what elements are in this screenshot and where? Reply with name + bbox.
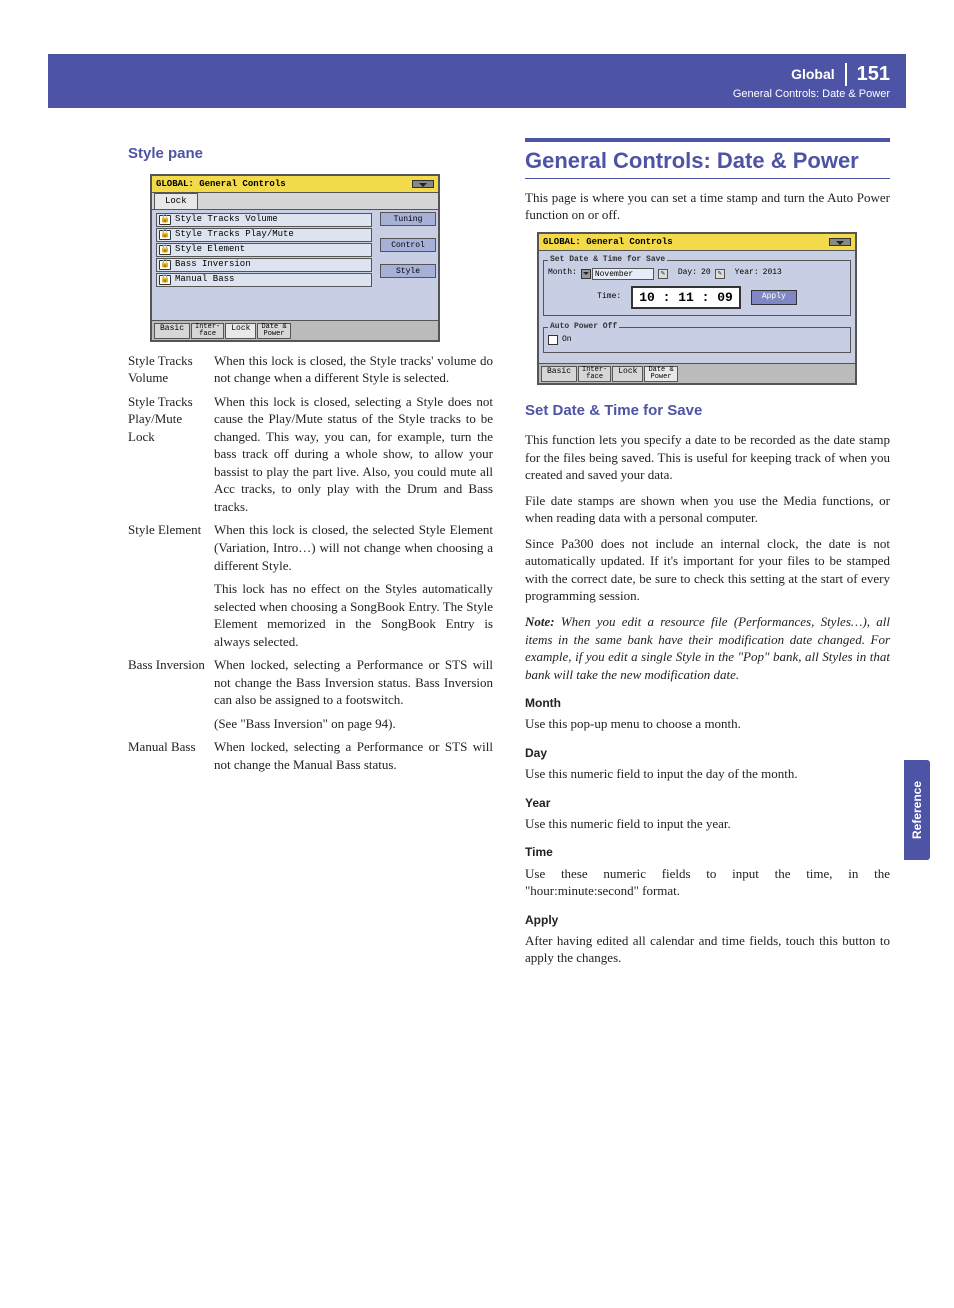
fieldset-datetime: Set Date & Time for Save Month: November… (543, 255, 851, 316)
body-paragraph: Since Pa300 does not include an internal… (525, 535, 890, 605)
menu-icon[interactable] (829, 238, 851, 246)
lock-item[interactable]: 🔓 Bass Inversion (156, 258, 372, 272)
body-paragraph: This function lets you specify a date to… (525, 431, 890, 484)
legend-auto-power: Auto Power Off (548, 322, 619, 333)
screenshot-lock-pane: GLOBAL: General Controls Lock 🔓 Style Tra… (150, 174, 440, 341)
lock-item[interactable]: 🔓 Style Tracks Play/Mute (156, 228, 372, 242)
bottom-tab[interactable]: Lock (612, 366, 643, 382)
field-paragraph: Use this numeric field to input the year… (525, 815, 890, 833)
lock-icon: 🔒 (159, 245, 171, 255)
definition-text: When this lock is closed, selecting a St… (214, 393, 493, 516)
section-tab-reference: Reference (904, 760, 930, 860)
intro-paragraph: This page is where you can set a time st… (525, 189, 890, 224)
lock-item-label: Manual Bass (175, 273, 234, 285)
definition-label: Bass Inversion (128, 656, 214, 715)
field-heading: Time (525, 844, 890, 860)
page-header: Global 151 General Controls: Date & Powe… (48, 54, 906, 108)
bottom-tab[interactable]: Inter-face (578, 366, 611, 382)
menu-icon[interactable] (412, 180, 434, 188)
legend-set-date: Set Date & Time for Save (548, 255, 667, 266)
bottom-tab[interactable]: Date &Power (257, 323, 290, 339)
side-category-label[interactable]: Tuning (380, 212, 436, 226)
time-label: Time: (597, 292, 621, 303)
definition-label: Style Tracks Play/Mute Lock (128, 393, 214, 522)
heading-general-controls: General Controls: Date & Power (525, 138, 890, 179)
month-dropdown-icon[interactable] (581, 269, 591, 279)
definition-text: (See "Bass Inversion" on page 94). (214, 715, 493, 733)
heading-style-pane: Style pane (128, 144, 493, 164)
bottom-tab[interactable]: Inter-face (191, 323, 224, 339)
header-section: Global (791, 66, 835, 82)
body-paragraph: File date stamps are shown when you use … (525, 492, 890, 527)
day-value[interactable]: 20 (701, 268, 711, 279)
definition-label (128, 580, 214, 656)
lock-icon: 🔓 (159, 230, 171, 240)
page-number: 151 (845, 63, 890, 86)
lock-icon: 🔒 (159, 275, 171, 285)
time-value[interactable]: 10 : 11 : 09 (631, 286, 741, 310)
definition-label: Manual Bass (128, 738, 214, 779)
lock-item[interactable]: 🔒 Manual Bass (156, 273, 372, 287)
field-paragraph: After having edited all calendar and tim… (525, 932, 890, 967)
field-paragraph: Use this numeric field to input the day … (525, 765, 890, 783)
definition-label: Style Element (128, 521, 214, 580)
apply-button[interactable]: Apply (751, 290, 797, 305)
note-text: When you edit a resource file (Performan… (525, 614, 890, 682)
month-value[interactable]: November (592, 268, 654, 280)
bottom-tab[interactable]: Date &Power (644, 366, 677, 382)
lock-item-label: Bass Inversion (175, 258, 251, 270)
lock-item[interactable]: 🔓 Style Tracks Volume (156, 213, 372, 227)
definition-label: Style Tracks Volume (128, 352, 214, 393)
definition-text: When this lock is closed, the Style trac… (214, 352, 493, 387)
month-spin-icon[interactable]: ✎ (658, 269, 668, 279)
field-paragraph: Use these numeric fields to input the ti… (525, 865, 890, 900)
lock-icon: 🔓 (159, 260, 171, 270)
device-title: GLOBAL: General Controls (156, 178, 286, 190)
note-bold: Note: (525, 614, 555, 629)
field-heading: Day (525, 745, 890, 761)
field-heading: Year (525, 795, 890, 811)
side-category-label[interactable]: Control (380, 238, 436, 252)
screenshot-date-power: GLOBAL: General Controls Set Date & Time… (537, 232, 857, 385)
year-value[interactable]: 2013 (763, 268, 782, 279)
definition-label (128, 715, 214, 739)
year-label: Year: (735, 268, 759, 279)
definition-text: When locked, selecting a Performance or … (214, 656, 493, 709)
definition-text: When locked, selecting a Performance or … (214, 738, 493, 773)
lock-item-label: Style Tracks Volume (175, 213, 278, 225)
bottom-tab[interactable]: Lock (225, 323, 256, 339)
header-subtitle: General Controls: Date & Power (733, 88, 890, 100)
bottom-tab[interactable]: Basic (541, 366, 577, 382)
lock-item-label: Style Tracks Play/Mute (175, 228, 294, 240)
side-category-label[interactable]: Style (380, 264, 436, 278)
lock-item[interactable]: 🔒 Style Element (156, 243, 372, 257)
field-heading: Apply (525, 912, 890, 928)
definition-text: When this lock is closed, the selected S… (214, 521, 493, 574)
note-paragraph: Note: When you edit a resource file (Per… (525, 613, 890, 683)
device-title-2: GLOBAL: General Controls (543, 236, 673, 248)
day-label: Day: (678, 268, 697, 279)
bottom-tab[interactable]: Basic (154, 323, 190, 339)
auto-power-checkbox[interactable] (548, 335, 558, 345)
day-spin-icon[interactable]: ✎ (715, 269, 725, 279)
field-paragraph: Use this pop-up menu to choose a month. (525, 715, 890, 733)
lock-item-label: Style Element (175, 243, 245, 255)
heading-set-date-time: Set Date & Time for Save (525, 401, 890, 421)
auto-power-on-label: On (562, 335, 572, 346)
device-top-tab[interactable]: Lock (154, 193, 198, 208)
field-heading: Month (525, 695, 890, 711)
month-label: Month: (548, 268, 577, 279)
lock-icon: 🔓 (159, 215, 171, 225)
fieldset-auto-power: Auto Power Off On (543, 322, 851, 353)
definition-text: This lock has no effect on the Styles au… (214, 580, 493, 650)
